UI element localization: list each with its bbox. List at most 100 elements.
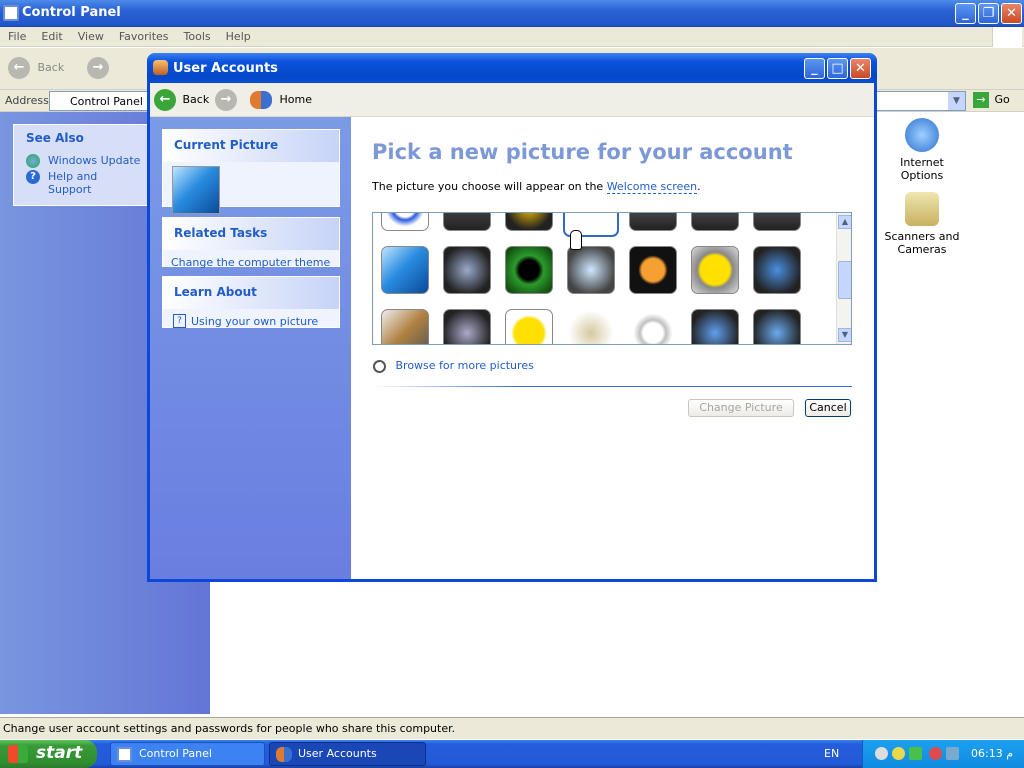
picture-tile[interactable] <box>443 246 491 294</box>
using-own-picture-label: Using your own picture <box>191 315 319 328</box>
status-bar: Change user account settings and passwor… <box>0 717 1024 739</box>
change-theme-link[interactable]: Change the computer theme <box>163 250 339 275</box>
picture-tile[interactable] <box>381 246 429 294</box>
go-button[interactable]: → Go <box>973 92 1010 110</box>
toolbar-forward-button[interactable]: → <box>87 57 109 79</box>
picture-tile[interactable] <box>691 213 739 231</box>
picture-tile[interactable] <box>567 309 615 344</box>
tray-icon-3[interactable] <box>909 747 922 760</box>
toolbar-back-button[interactable]: ← Back <box>8 57 64 81</box>
picture-tile[interactable] <box>567 246 615 294</box>
start-button[interactable]: start <box>0 740 97 768</box>
user-accounts-title: User Accounts <box>173 61 278 76</box>
home-users-icon <box>250 91 272 109</box>
user-accounts-titlebar[interactable]: User Accounts _ □ ✕ <box>147 53 877 83</box>
taskbar-control-panel[interactable]: Control Panel <box>110 742 265 766</box>
control-panel-titlebar[interactable]: Control Panel _ ❐ ✕ <box>0 0 1024 27</box>
address-input-right[interactable]: ▼ <box>876 91 966 111</box>
toolbar-back-label: Back <box>37 61 65 74</box>
ua-home-button[interactable]: Home <box>250 87 312 113</box>
scanner-camera-icon <box>905 192 939 226</box>
picture-tile[interactable] <box>629 246 677 294</box>
ua-close-button[interactable]: ✕ <box>850 58 871 79</box>
see-also-windows-update[interactable]: Windows Update <box>14 151 152 168</box>
control-panel-app-icon <box>3 5 19 21</box>
internet-options-item[interactable]: Internet Options <box>877 118 967 182</box>
picture-grid[interactable]: ▲ ▼ <box>372 212 852 345</box>
picture-tile[interactable] <box>381 309 429 344</box>
scanners-cameras-item[interactable]: Scanners and Cameras <box>877 192 967 256</box>
learn-about-panel: Learn About ? Using your own picture <box>162 276 340 328</box>
change-picture-button[interactable]: Change Picture <box>688 399 794 417</box>
using-own-picture-link[interactable]: ? Using your own picture <box>163 309 339 334</box>
learn-about-title: Learn About <box>163 277 339 309</box>
ua-maximize-button[interactable]: □ <box>827 58 848 79</box>
status-text: Change user account settings and passwor… <box>3 722 456 735</box>
picture-tile[interactable] <box>381 213 429 231</box>
taskbar-control-panel-label: Control Panel <box>139 747 212 760</box>
user-accounts-app-icon <box>153 60 168 75</box>
tray-icon-5[interactable] <box>946 747 959 760</box>
scroll-thumb[interactable] <box>838 261 851 299</box>
menu-file[interactable]: File <box>0 27 33 43</box>
ua-task-pane: Current Picture Related Tasks Change the… <box>150 117 351 579</box>
language-indicator[interactable]: EN <box>824 747 839 760</box>
minimize-button[interactable]: _ <box>955 3 976 24</box>
internet-options-label: Internet Options <box>900 156 944 182</box>
see-also-panel: See Also Windows Update ? Help and Suppo… <box>13 124 153 206</box>
cancel-button[interactable]: Cancel <box>805 399 851 417</box>
picture-tile[interactable] <box>505 309 553 344</box>
picture-tile[interactable] <box>443 213 491 231</box>
picture-tile[interactable] <box>691 246 739 294</box>
see-also-help-support[interactable]: ? Help and Support <box>14 167 152 196</box>
control-panel-title: Control Panel <box>22 5 121 20</box>
ua-home-label: Home <box>279 93 312 106</box>
clock[interactable]: 06:13 م <box>971 747 1013 760</box>
current-picture-panel: Current Picture <box>162 129 340 214</box>
control-panel-task-icon <box>117 747 132 762</box>
ua-navigation-bar: ← Back → Home <box>150 83 874 117</box>
browse-link[interactable]: Browse for more pictures <box>373 359 534 373</box>
system-tray: 06:13 م <box>862 740 1024 768</box>
windows-logo-icon <box>992 27 1022 47</box>
page-heading: Pick a new picture for your account <box>372 140 793 164</box>
picture-tile[interactable] <box>505 246 553 294</box>
close-button[interactable]: ✕ <box>1001 3 1022 24</box>
ua-back-button[interactable]: ← Back <box>154 87 209 113</box>
picture-tile[interactable] <box>443 309 491 344</box>
menu-help[interactable]: Help <box>218 27 258 43</box>
ua-minimize-button[interactable]: _ <box>804 58 825 79</box>
tray-icon-4[interactable] <box>929 747 942 760</box>
scroll-down-icon[interactable]: ▼ <box>838 328 851 342</box>
go-label: Go <box>994 93 1010 106</box>
picture-tile[interactable] <box>753 246 801 294</box>
picture-tile[interactable] <box>753 309 801 344</box>
restore-button[interactable]: ❐ <box>978 3 999 24</box>
picture-tile[interactable] <box>505 213 553 231</box>
menu-edit[interactable]: Edit <box>33 27 69 43</box>
address-dropdown-icon[interactable]: ▼ <box>948 92 965 110</box>
address-input[interactable]: Control Panel <box>49 91 149 111</box>
related-tasks-title: Related Tasks <box>163 218 339 250</box>
menu-tools[interactable]: Tools <box>176 27 218 43</box>
menu-view[interactable]: View <box>70 27 111 43</box>
picture-tile[interactable] <box>629 309 677 344</box>
tray-icon-2[interactable] <box>892 747 905 760</box>
ua-forward-button[interactable]: → <box>215 87 237 113</box>
taskbar-user-accounts[interactable]: User Accounts <box>269 742 426 766</box>
related-tasks-panel: Related Tasks Change the computer theme <box>162 217 340 269</box>
picture-tile[interactable] <box>691 309 739 344</box>
description: The picture you choose will appear on th… <box>372 180 701 194</box>
menu-bar: File Edit View Favorites Tools Help <box>0 27 1024 47</box>
picture-tile[interactable] <box>753 213 801 231</box>
go-arrow-icon: → <box>973 92 989 108</box>
menu-favorites[interactable]: Favorites <box>111 27 176 43</box>
welcome-screen-link[interactable]: Welcome screen <box>606 180 698 194</box>
tray-icon-1[interactable] <box>875 747 888 760</box>
picture-grid-scrollbar[interactable]: ▲ ▼ <box>836 213 851 344</box>
picture-tile[interactable] <box>629 213 677 231</box>
scroll-up-icon[interactable]: ▲ <box>838 215 851 229</box>
content-divider <box>372 386 852 387</box>
forward-arrow-icon: → <box>87 57 109 79</box>
magnifier-icon <box>373 359 386 373</box>
